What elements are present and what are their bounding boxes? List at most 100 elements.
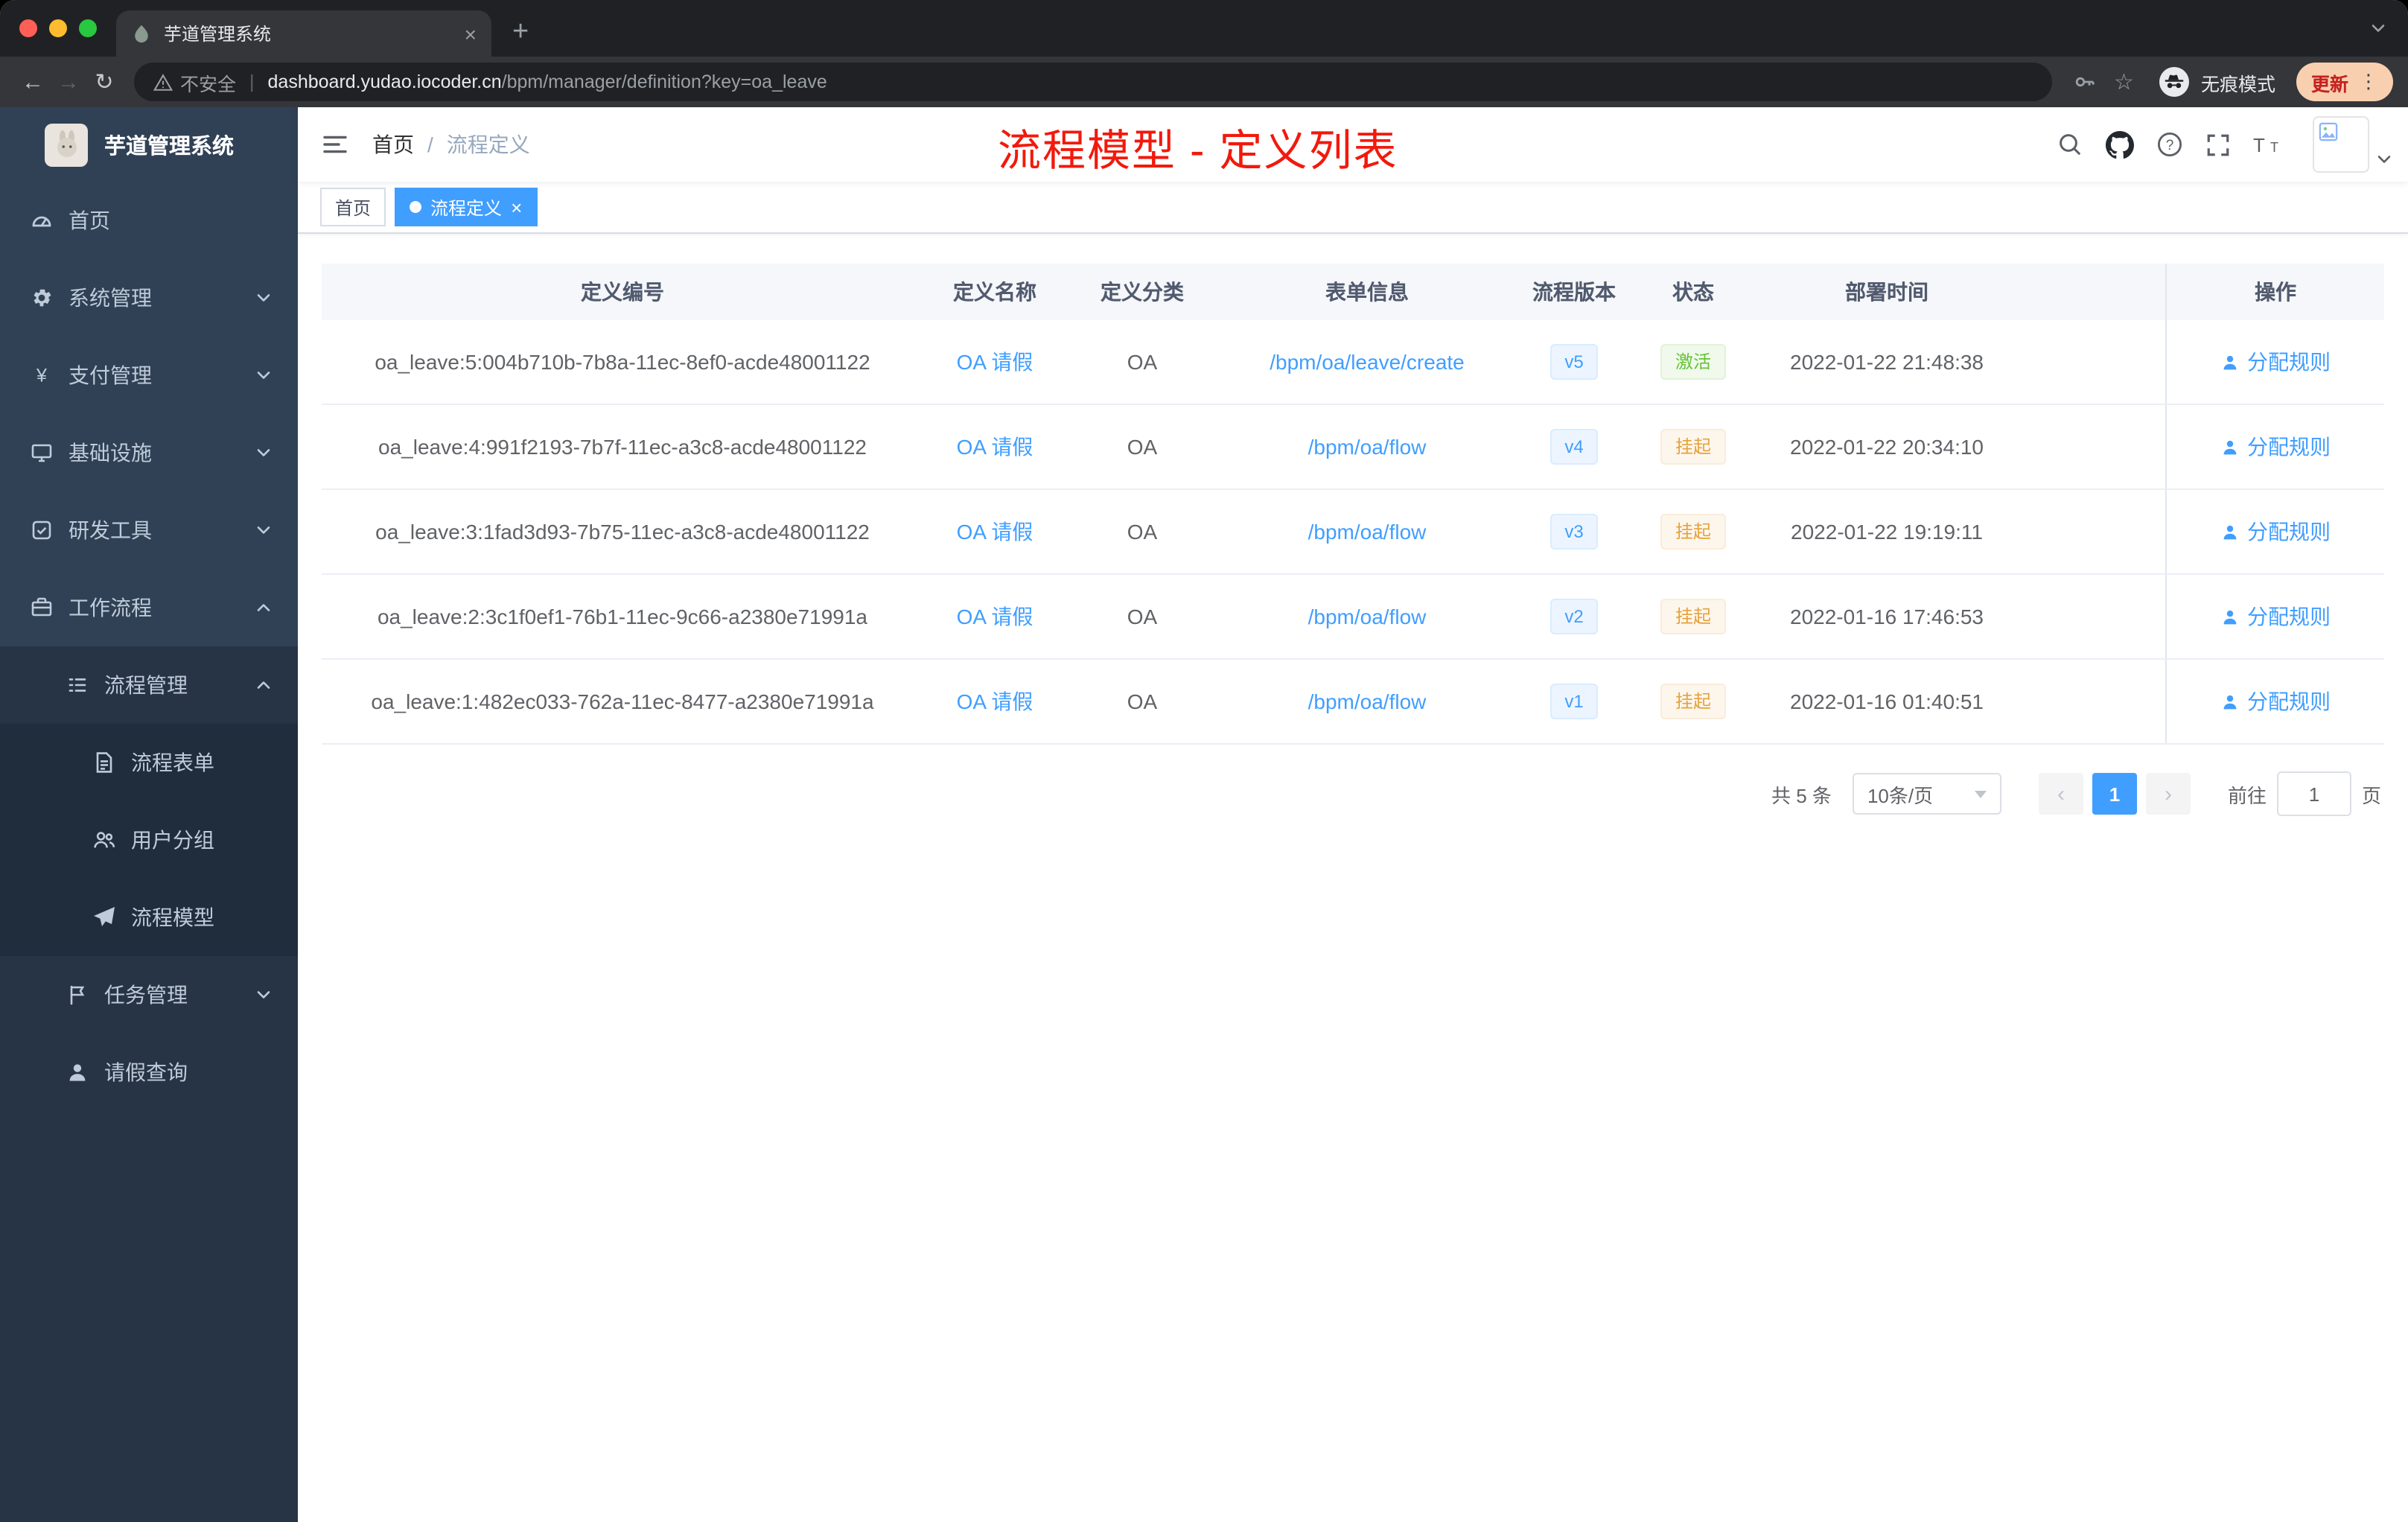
chevron-up-icon [255, 599, 273, 617]
status-tag: 激活 [1660, 344, 1726, 380]
sidebar-item-yen[interactable]: ¥ 支付管理 [0, 337, 298, 414]
sidebar-item-label: 流程表单 [131, 751, 214, 774]
sidebar-item-user[interactable]: 请假查询 [0, 1034, 298, 1111]
form-icon [92, 751, 116, 774]
bookmark-star-icon[interactable]: ☆ [2114, 69, 2134, 95]
status-tag: 挂起 [1660, 684, 1726, 719]
fullscreen-icon[interactable] [2205, 132, 2231, 157]
sidebar-item-plane[interactable]: 流程模型 [0, 879, 298, 956]
column-header-form-info: 表单信息 [1325, 280, 1409, 304]
table-row: oa_leave:2:3c1f0ef1-76b1-11ec-9c66-a2380… [322, 575, 2384, 660]
breadcrumb-home[interactable]: 首页 [372, 130, 414, 159]
key-icon[interactable] [2072, 70, 2096, 94]
sidebar-item-label: 任务管理 [104, 983, 188, 1007]
form-info-link[interactable]: /bpm/oa/leave/create [1270, 350, 1465, 374]
user-icon [2220, 522, 2240, 541]
assign-rule-link[interactable]: 分配规则 [2220, 602, 2331, 631]
user-icon [2220, 692, 2240, 711]
sidebar-logo[interactable]: 芋道管理系统 [0, 107, 298, 182]
new-tab-button[interactable]: + [512, 16, 529, 49]
sidebar-menu: 首页系统管理 ¥ 支付管理基础设施研发工具 工作流程 流程管理流程表单用户分组流程模型任… [0, 182, 298, 1111]
sidebar-item-label: 用户分组 [131, 828, 214, 852]
sidebar-item-label: 首页 [69, 208, 110, 232]
column-header-version: 流程版本 [1532, 280, 1616, 304]
tab-strip: 芋道管理系统 × + [0, 0, 2408, 57]
browser-tab[interactable]: 芋道管理系统 × [116, 10, 491, 57]
sidebar-item-task[interactable]: 任务管理 [0, 956, 298, 1034]
pagination: 共 5 条 10条/页 ‹ 1 › 前往 页 [322, 771, 2384, 816]
browser-menu-icon[interactable]: ⋮ [2359, 70, 2378, 94]
page-size-select[interactable]: 10条/页 [1852, 773, 2001, 815]
sidebar-item-label: 基础设施 [69, 441, 152, 465]
user-icon [66, 1060, 89, 1084]
definition-name-link[interactable]: OA 请假 [957, 517, 1033, 547]
assign-rule-link[interactable]: 分配规则 [2220, 687, 2331, 716]
column-header-definition-name: 定义名称 [953, 280, 1036, 304]
svg-text:T: T [2270, 140, 2278, 155]
sidebar-item-group[interactable]: 用户分组 [0, 801, 298, 879]
close-icon[interactable]: × [511, 197, 522, 217]
table-row: oa_leave:3:1fad3d93-7b75-11ec-a3c8-acde4… [322, 490, 2384, 575]
table-body: oa_leave:5:004b710b-7b8a-11ec-8ef0-acde4… [322, 320, 2384, 745]
table-row: oa_leave:1:482ec033-762a-11ec-8477-a2380… [322, 660, 2384, 745]
reload-button[interactable]: ↻ [86, 63, 122, 101]
page-unit-label: 页 [2361, 784, 2381, 806]
tag-item[interactable]: 首页 [320, 188, 386, 226]
sidebar-item-label: 流程模型 [131, 905, 214, 929]
tab-close-icon[interactable]: × [465, 22, 477, 45]
definition-name-link[interactable]: OA 请假 [957, 602, 1033, 631]
navbar: 首页 / 流程定义 流程模型 - 定义列表 ? T T [298, 107, 2408, 182]
sidebar-item-list[interactable]: 流程管理 [0, 646, 298, 724]
user-icon [2220, 352, 2240, 372]
definition-name-link[interactable]: OA 请假 [957, 347, 1033, 377]
infra-icon [30, 441, 54, 465]
definition-id: oa_leave:2:3c1f0ef1-76b1-11ec-9c66-a2380… [377, 605, 867, 628]
address-bar[interactable]: 不安全 | dashboard.yudao.iocoder.cn/bpm/man… [134, 63, 2052, 101]
form-info-link[interactable]: /bpm/oa/flow [1308, 520, 1427, 544]
tab-search-icon[interactable] [2369, 19, 2387, 37]
back-button[interactable]: ← [15, 63, 51, 101]
sidebar-item-dashboard[interactable]: 首页 [0, 182, 298, 259]
form-info-link[interactable]: /bpm/oa/flow [1308, 690, 1427, 713]
version-tag: v5 [1549, 344, 1599, 380]
definition-name-link[interactable]: OA 请假 [957, 432, 1033, 462]
hamburger-icon[interactable] [298, 107, 372, 182]
form-info-link[interactable]: /bpm/oa/flow [1308, 435, 1427, 459]
form-info-link[interactable]: /bpm/oa/flow [1308, 605, 1427, 628]
sidebar-item-infra[interactable]: 基础设施 [0, 414, 298, 491]
sidebar-item-tool[interactable]: 研发工具 [0, 491, 298, 569]
next-page-button[interactable]: › [2145, 773, 2191, 815]
github-icon[interactable] [2106, 130, 2134, 159]
search-icon[interactable] [2057, 131, 2083, 158]
goto-label: 前往 [2227, 784, 2267, 806]
sidebar-item-form[interactable]: 流程表单 [0, 724, 298, 801]
page-1-button[interactable]: 1 [2092, 773, 2137, 815]
page-size-value: 10条/页 [1867, 784, 1934, 806]
assign-rule-link[interactable]: 分配规则 [2220, 432, 2331, 462]
forward-button[interactable]: → [51, 63, 86, 101]
column-header-deploy-time: 部署时间 [1845, 280, 1928, 304]
font-size-icon[interactable]: TT [2253, 133, 2284, 156]
sidebar-item-workflow[interactable]: 工作流程 [0, 569, 298, 646]
definition-name-link[interactable]: OA 请假 [957, 687, 1033, 716]
browser-toolbar: ← → ↻ 不安全 | dashboard.yudao.iocoder.cn/b… [0, 57, 2408, 107]
window-zoom-button[interactable] [79, 19, 97, 37]
assign-rule-link[interactable]: 分配规则 [2220, 347, 2331, 377]
security-chip[interactable]: 不安全 [153, 68, 236, 96]
update-button[interactable]: 更新 ⋮ [2296, 63, 2393, 101]
sidebar-item-gear[interactable]: 系统管理 [0, 259, 298, 337]
column-header-definition-id: 定义编号 [581, 280, 664, 304]
avatar[interactable] [2313, 116, 2369, 173]
window-minimize-button[interactable] [49, 19, 67, 37]
table-header: 定义编号 定义名称 定义分类 表单信息 流程版本 状态 部署时间 操作 [322, 264, 2384, 320]
sidebar-item-label: 系统管理 [69, 286, 152, 310]
prev-page-button[interactable]: ‹ [2038, 773, 2083, 815]
window-close-button[interactable] [19, 19, 37, 37]
user-icon [2220, 437, 2240, 456]
chevron-down-icon[interactable] [2375, 150, 2393, 168]
assign-rule-link[interactable]: 分配规则 [2220, 517, 2331, 547]
help-icon[interactable]: ? [2156, 131, 2183, 158]
tag-active[interactable]: 流程定义 × [395, 188, 538, 226]
goto-page-input[interactable] [2276, 771, 2351, 816]
url-host: dashboard.yudao.iocoder.cn [267, 71, 502, 92]
